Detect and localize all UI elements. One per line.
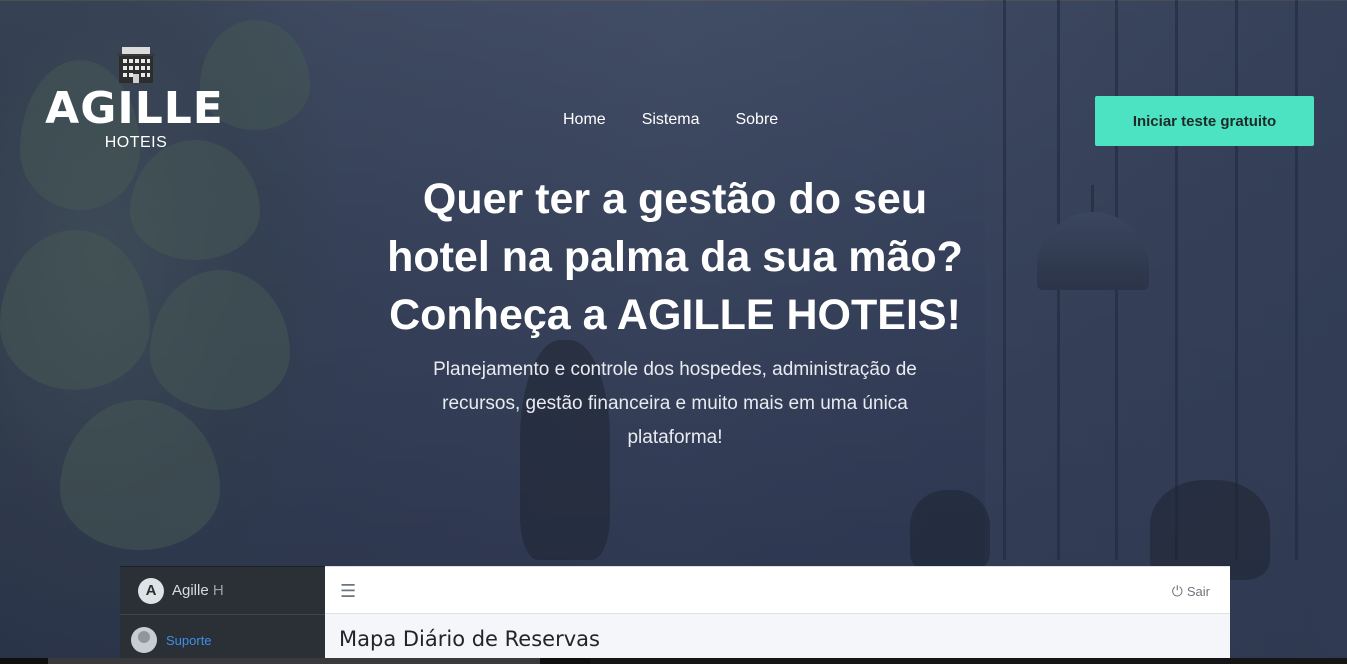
preview-user-panel: Suporte [120,615,325,664]
plant-leaf [60,400,220,550]
nav-sistema[interactable]: Sistema [642,111,700,129]
preview-brand[interactable]: A Agille H [120,567,325,615]
preview-brand-text: Agille H [172,582,224,599]
power-icon: ⏻ [1171,583,1183,599]
hamburger-menu-icon[interactable]: ☰ [340,581,356,602]
preview-brand-name: Agille [172,582,209,599]
hero-headline: Quer ter a gestão do seu hotel na palma … [340,170,1010,344]
lamp-cord [1091,185,1094,215]
headline-line-3: Conheça a AGILLE HOTEIS! [389,291,961,339]
background-person [910,490,990,570]
window-frame [1175,0,1178,560]
plant-leaf [0,230,150,390]
logout-button[interactable]: ⏻ Sair [1172,583,1210,600]
plant-leaf [150,270,290,410]
bottom-edge-segment [48,658,540,664]
main-nav: Home Sistema Sobre [563,111,778,129]
start-free-trial-button[interactable]: Iniciar teste gratuito [1095,96,1314,146]
app-preview: A Agille H Suporte ☰ ⏻ Sair Mapa Diário d… [120,566,1230,664]
preview-sidebar: A Agille H Suporte [120,566,325,664]
headline-line-2: hotel na palma da sua mão? [387,233,963,281]
avatar [131,627,157,653]
plant-leaf [130,140,260,260]
background-person [1150,480,1270,580]
brand-tagline: HOTEIS [104,134,168,151]
window-frame [1235,0,1238,560]
preview-brand-icon: A [138,577,164,604]
preview-user-link[interactable]: Suporte [166,633,212,648]
preview-page-title: Mapa Diário de Reservas [339,627,600,651]
nav-home[interactable]: Home [563,111,606,129]
brand-logo[interactable]: AGILLE HOTEIS [42,47,227,157]
logout-label: Sair [1186,584,1210,599]
nav-sobre[interactable]: Sobre [735,111,778,129]
hero-subtitle: Planejamento e controle dos hospedes, ad… [433,359,917,448]
preview-brand-suffix: H [212,582,224,599]
brand-name: AGILLE [45,83,224,134]
bottom-edge-bar [0,658,1347,664]
hero-section: AGILLE HOTEIS Home Sistema Sobre Iniciar… [0,0,1347,664]
preview-topbar: ☰ ⏻ Sair [325,566,1230,614]
headline-line-1: Quer ter a gestão do seu [422,175,928,223]
window-frame [1295,0,1298,560]
hotel-building-icon [117,47,155,83]
bottom-edge-segment [590,658,1347,664]
preview-main: ☰ ⏻ Sair Mapa Diário de Reservas [325,566,1230,664]
